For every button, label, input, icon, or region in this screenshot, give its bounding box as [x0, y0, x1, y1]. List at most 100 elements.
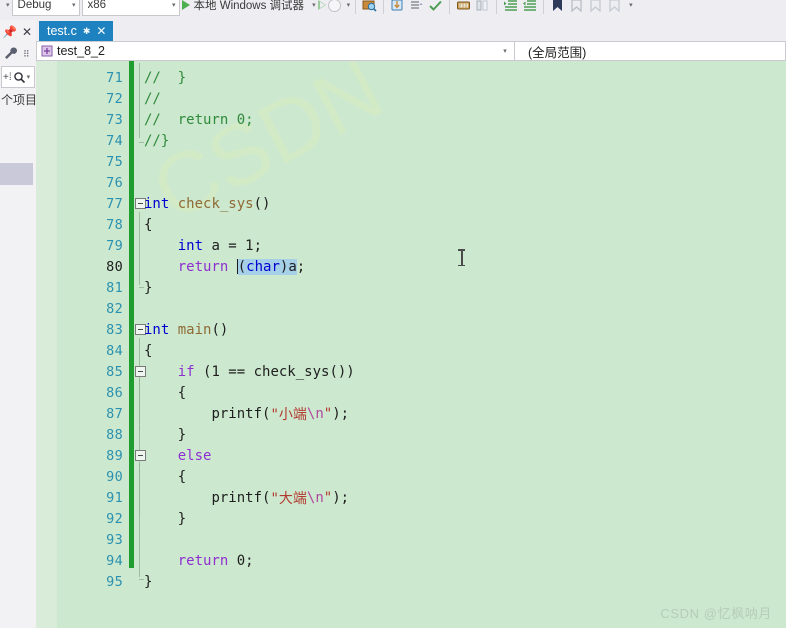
watermark-csdn: CSDN @忆枫呐月 — [660, 606, 772, 621]
configuration-combo[interactable]: Debug ▾ — [11, 0, 80, 16]
add-icon[interactable]: +⁞ — [3, 72, 12, 83]
code-token: } — [144, 573, 153, 590]
line-number-value: 78 — [106, 216, 123, 233]
line-number: 79 — [57, 235, 129, 256]
code-line[interactable]: } — [144, 571, 152, 592]
code-line[interactable]: printf("小端 \n "); — [211, 403, 349, 424]
memory-window-icon[interactable] — [455, 0, 472, 14]
line-number-value: 85 — [106, 363, 123, 380]
code-token: printf( — [211, 489, 271, 506]
bookmark-filled-icon[interactable] — [549, 0, 566, 14]
start-debugging-button[interactable]: 本地 Windows 调试器 ▾ — [181, 0, 316, 13]
overflow-chevron-icon[interactable]: ▾ — [629, 1, 633, 9]
indent-increase-icon[interactable] — [502, 0, 519, 14]
tab-test-c[interactable]: test.c ✱ ✕ — [39, 21, 114, 41]
platform-combo-value: x86 — [87, 0, 107, 11]
code-line[interactable]: //} — [144, 130, 169, 151]
line-number: 91 — [57, 487, 129, 508]
overflow-dots-icon[interactable]: ⠿ — [23, 49, 30, 60]
line-number-value: 84 — [106, 342, 123, 359]
code-line[interactable]: printf("大端 \n "); — [211, 487, 349, 508]
line-number: 78 — [57, 214, 129, 235]
line-number: 80 — [57, 256, 129, 277]
breakpoint-margin[interactable] — [36, 61, 57, 628]
chevron-down-icon[interactable]: ▾ — [27, 73, 31, 81]
code-editor[interactable]: CSDN 71 72 73 74 75 76 77 78 79 80 81 82 83 84 85 86 87 8… — [36, 61, 786, 628]
line-number-value: 82 — [106, 300, 123, 317]
search-icon[interactable] — [13, 71, 26, 84]
code-token: () — [253, 195, 271, 212]
scope-member-label: (全局范围) — [528, 45, 587, 60]
code-line[interactable]: } — [178, 508, 186, 529]
code-token: a = — [203, 237, 246, 254]
scope-dropdown-member[interactable]: (全局范围) — [515, 41, 786, 61]
step-options-icon[interactable] — [408, 0, 425, 14]
left-panel-header: 📌 ✕ — [0, 20, 36, 43]
code-line[interactable]: { — [178, 382, 186, 403]
line-number-value: 86 — [106, 384, 123, 401]
code-line[interactable]: // — [144, 88, 161, 109]
code-token: ( — [237, 258, 247, 275]
scope-dropdown-project[interactable]: test_8_2 — [36, 41, 496, 61]
code-line[interactable]: return (char)a; — [178, 256, 305, 277]
code-token: "小端 — [270, 406, 307, 423]
wrench-icon[interactable] — [3, 46, 20, 63]
code-line[interactable]: } — [178, 424, 186, 445]
scope-dropdown-project-caret[interactable]: ▾ — [496, 41, 515, 61]
line-number: 74 — [57, 130, 129, 151]
line-number: 76 — [57, 172, 129, 193]
close-icon[interactable]: ✕ — [22, 26, 32, 38]
code-line[interactable]: { — [178, 466, 186, 487]
line-number-value: 88 — [106, 426, 123, 443]
code-token: { — [144, 342, 153, 359]
code-line[interactable]: } — [144, 277, 152, 298]
code-line[interactable]: // } — [144, 67, 186, 88]
line-number-value: 81 — [106, 279, 123, 296]
bookmark-prev-icon[interactable] — [587, 0, 604, 14]
left-panel-search-row[interactable]: +⁞ ▾ — [1, 66, 35, 88]
line-number-value: 95 — [106, 573, 123, 590]
magnifier-window-icon[interactable] — [361, 0, 378, 14]
close-icon[interactable]: ✕ — [96, 25, 106, 37]
code-line[interactable]: // return 0; — [144, 109, 254, 130]
checkmark-icon[interactable] — [427, 0, 444, 14]
toolbar-overflow-left-icon[interactable]: ▾ — [6, 1, 10, 9]
attach-hollow-triangle-icon[interactable] — [317, 0, 326, 10]
code-token: int — [144, 195, 170, 212]
pin-icon[interactable]: 📌 — [2, 26, 17, 38]
code-line[interactable]: int check_sys() — [144, 193, 270, 214]
code-token: " — [323, 405, 333, 422]
code-line[interactable]: int a = 1; — [178, 235, 262, 256]
line-number: 83 — [57, 319, 129, 340]
code-line[interactable]: if (1 == check_sys()) — [178, 361, 355, 382]
line-number-value: 77 — [106, 195, 123, 212]
code-text-area[interactable]: // }//// return 0;//} int check_sys(){int… — [134, 61, 786, 628]
columns-icon[interactable] — [474, 0, 491, 14]
code-line[interactable]: return 0; — [178, 550, 254, 571]
pin-icon[interactable]: ✱ — [83, 26, 91, 37]
platform-combo[interactable]: x86 ▾ — [81, 0, 180, 16]
bookmark-next-icon[interactable] — [606, 0, 623, 14]
indent-decrease-icon[interactable] — [521, 0, 538, 14]
line-number: 90 — [57, 466, 129, 487]
code-line[interactable]: else — [178, 445, 212, 466]
step-into-icon[interactable] — [389, 0, 406, 14]
stop-circle-icon[interactable] — [327, 0, 341, 12]
code-token: } — [177, 426, 187, 443]
code-token: //} — [144, 132, 170, 149]
line-number-value: 90 — [106, 468, 123, 485]
line-number-value: 74 — [106, 132, 123, 149]
chevron-down-icon[interactable]: ▾ — [347, 1, 351, 9]
left-panel-selected-row[interactable] — [0, 163, 33, 185]
code-line[interactable]: { — [144, 340, 152, 361]
bookmark-icon[interactable] — [568, 0, 585, 14]
code-line[interactable]: { — [144, 214, 152, 235]
code-token: 0 — [236, 552, 246, 569]
code-token: () — [211, 321, 229, 338]
code-token: ( — [194, 363, 212, 380]
code-line[interactable]: int main() — [144, 319, 228, 340]
code-token: "大端 — [270, 490, 307, 507]
code-token: // return 0; — [144, 111, 254, 128]
